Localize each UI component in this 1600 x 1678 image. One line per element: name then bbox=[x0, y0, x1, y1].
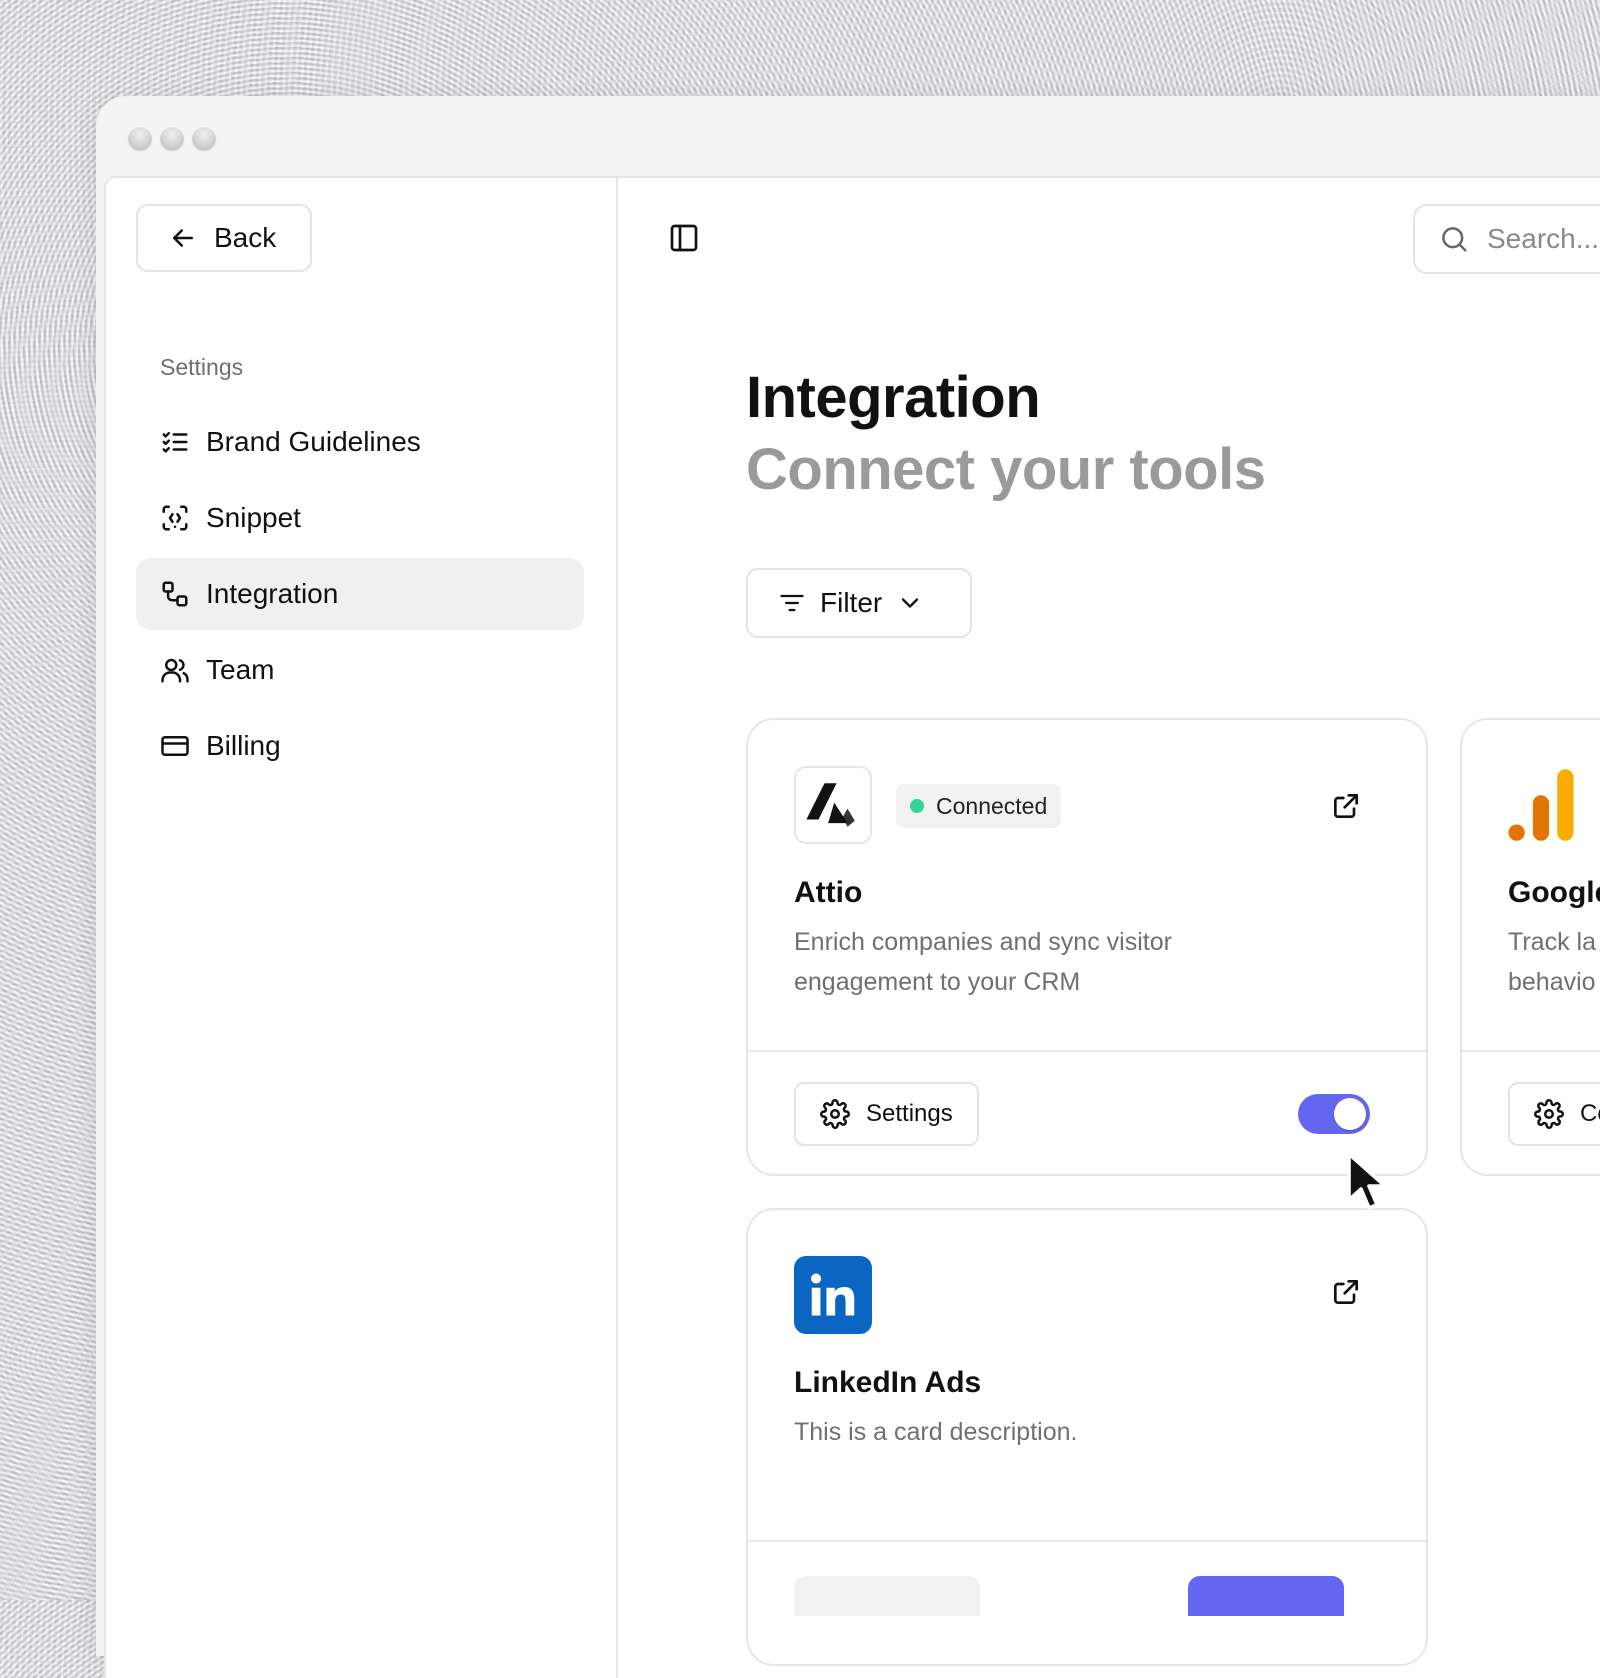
credit-card-icon bbox=[161, 736, 189, 756]
linkedin-icon bbox=[811, 1273, 855, 1316]
window-close-button[interactable] bbox=[128, 126, 152, 150]
settings-nav: Brand Guidelines Snippet Integration Tea… bbox=[136, 406, 584, 786]
card-footer bbox=[748, 1542, 1426, 1664]
sidebar-item-billing[interactable]: Billing bbox=[136, 710, 584, 782]
sidebar-item-team[interactable]: Team bbox=[136, 634, 584, 706]
card-configure-label: Co bbox=[1580, 1100, 1600, 1127]
toggle-knob bbox=[1334, 1098, 1366, 1130]
search-input[interactable] bbox=[1485, 222, 1600, 256]
card-primary-button[interactable] bbox=[1188, 1576, 1344, 1616]
page-subtitle: Connect your tools bbox=[746, 437, 1266, 502]
integration-card-linkedin: LinkedIn Ads This is a card description. bbox=[746, 1208, 1428, 1666]
filter-lines-icon bbox=[780, 594, 804, 612]
sidebar-item-label: Integration bbox=[206, 578, 339, 609]
card-settings-label: Settings bbox=[866, 1100, 953, 1127]
search-icon bbox=[1442, 227, 1467, 252]
chevron-down-icon bbox=[902, 598, 919, 608]
code-snippet-icon bbox=[162, 505, 188, 531]
sidebar: Back Settings Brand Guidelines Snippet I… bbox=[106, 178, 618, 1678]
gear-icon bbox=[820, 1099, 850, 1129]
linkedin-logo bbox=[794, 1256, 872, 1334]
users-icon bbox=[161, 658, 189, 683]
sidebar-item-label: Brand Guidelines bbox=[206, 426, 421, 457]
card-body: LinkedIn Ads This is a card description. bbox=[748, 1210, 1426, 1542]
sidebar-item-snippet[interactable]: Snippet bbox=[136, 482, 584, 554]
filter-button-label: Filter bbox=[820, 587, 883, 618]
card-title: Google bbox=[1508, 876, 1600, 909]
status-badge-label: Connected bbox=[936, 792, 1048, 819]
card-description: This is a card description. bbox=[794, 1418, 1078, 1446]
card-description: Track la behavio bbox=[1508, 922, 1600, 1002]
attio-logo-icon bbox=[806, 783, 855, 827]
external-link-icon[interactable] bbox=[1330, 1276, 1362, 1308]
app-content: Back Settings Brand Guidelines Snippet I… bbox=[104, 176, 1600, 1678]
sidebar-item-label: Billing bbox=[206, 730, 281, 761]
integration-card-google: Google Track la behavio Co bbox=[1460, 718, 1600, 1176]
main-panel: Integration Connect your tools Filter bbox=[618, 178, 1600, 1678]
sidebar-item-integration[interactable]: Integration bbox=[136, 558, 584, 630]
sidebar-toggle-icon[interactable] bbox=[668, 222, 700, 254]
window-controls bbox=[128, 126, 216, 150]
card-body: Connected Attio Enrich companies and syn… bbox=[748, 720, 1426, 1052]
checklist-icon bbox=[162, 432, 188, 453]
enable-toggle[interactable] bbox=[1298, 1094, 1370, 1134]
page-title: Integration bbox=[746, 365, 1041, 430]
back-button-label: Back bbox=[214, 222, 277, 253]
card-footer: Settings bbox=[748, 1052, 1426, 1174]
card-description-text: Track la behavio bbox=[1508, 928, 1596, 996]
status-dot bbox=[910, 799, 924, 813]
window-zoom-button[interactable] bbox=[192, 126, 216, 150]
card-title: LinkedIn Ads bbox=[794, 1366, 982, 1399]
google-analytics-icon bbox=[1508, 769, 1574, 841]
card-body: Google Track la behavio bbox=[1462, 720, 1600, 1052]
card-secondary-button[interactable] bbox=[794, 1576, 980, 1616]
google-analytics-logo bbox=[1502, 766, 1580, 844]
mouse-cursor-icon bbox=[1347, 1152, 1387, 1210]
arrow-left-icon bbox=[173, 229, 193, 247]
card-configure-button[interactable]: Co bbox=[1508, 1082, 1600, 1146]
integration-icon bbox=[162, 581, 188, 607]
integration-card-attio: Connected Attio Enrich companies and syn… bbox=[746, 718, 1428, 1176]
sidebar-item-label: Snippet bbox=[206, 502, 301, 533]
settings-section-label: Settings bbox=[160, 354, 244, 380]
card-title: Attio bbox=[794, 876, 863, 909]
status-badge: Connected bbox=[896, 784, 1062, 828]
sidebar-item-brand-guidelines[interactable]: Brand Guidelines bbox=[136, 406, 584, 478]
app-window: Back Settings Brand Guidelines Snippet I… bbox=[96, 96, 1600, 1678]
attio-logo bbox=[794, 766, 872, 844]
gear-icon bbox=[1534, 1099, 1564, 1129]
card-description: Enrich companies and sync visitor engage… bbox=[794, 928, 1172, 996]
search-box[interactable] bbox=[1413, 204, 1600, 274]
filter-button[interactable]: Filter bbox=[746, 568, 972, 638]
sidebar-item-label: Team bbox=[206, 654, 275, 685]
card-settings-button[interactable]: Settings bbox=[794, 1082, 979, 1146]
external-link-icon[interactable] bbox=[1330, 790, 1362, 822]
card-footer: Co bbox=[1462, 1052, 1600, 1174]
back-button[interactable]: Back bbox=[136, 204, 312, 272]
window-minimize-button[interactable] bbox=[160, 126, 184, 150]
